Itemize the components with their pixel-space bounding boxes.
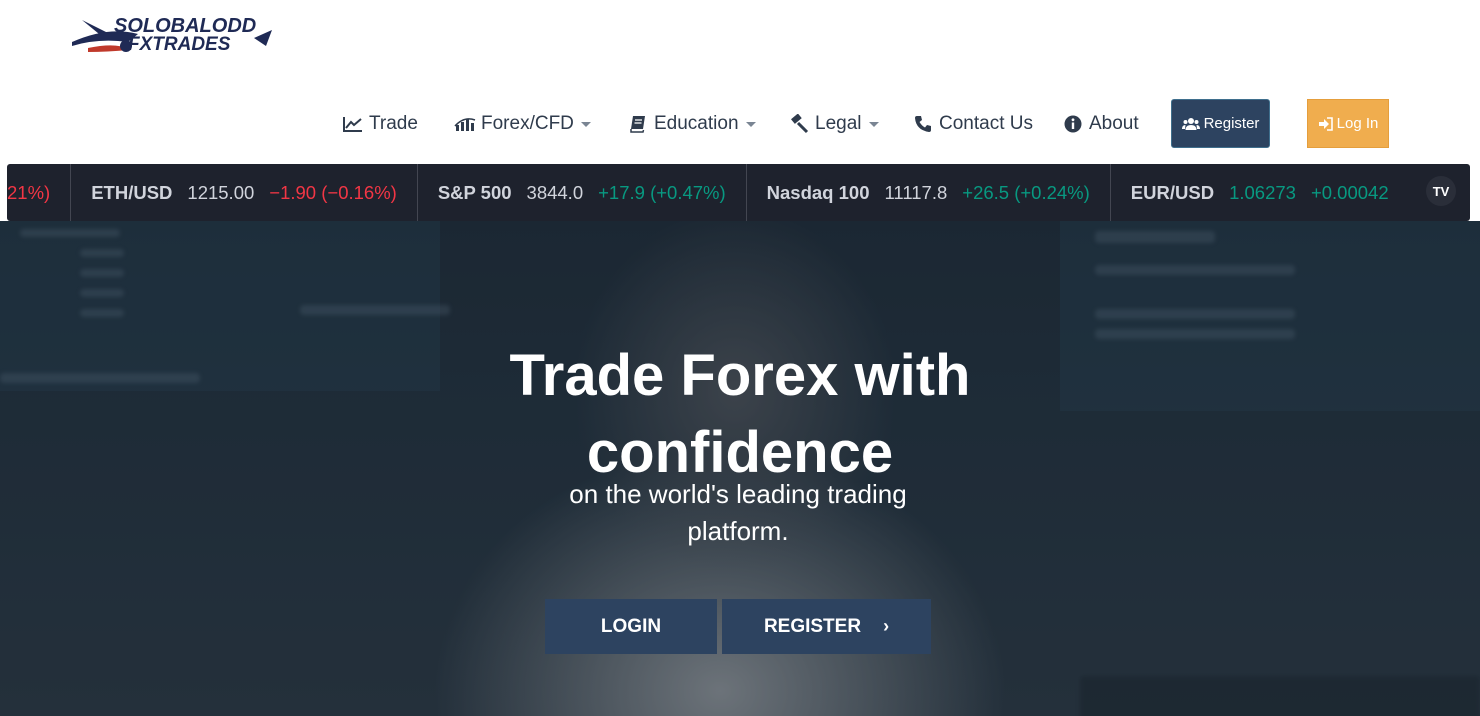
nav-label-trade: Trade [369, 113, 418, 134]
ticker-symbol: S&P 500 [437, 181, 512, 203]
ticker-item[interactable]: EUR/USD 1.06273 +0.00042 [1109, 164, 1409, 221]
main-nav: Trade Forex/CFD Education Legal Contact … [0, 99, 1480, 149]
ticker-tape: 21%) ETH/USD 1215.00 −1.90 (−0.16%) S&P … [7, 164, 1470, 221]
nav-label-legal: Legal [815, 113, 862, 134]
ticker-item[interactable]: 21%) [7, 164, 70, 221]
hero-login-button[interactable]: LOGIN [545, 599, 717, 654]
nav-label-about: About [1089, 113, 1139, 134]
ticker-change: +17.9 (+0.47%) [598, 181, 726, 203]
ticker-price: 1.06273 [1229, 181, 1296, 203]
ticker-price: 1215.00 [187, 181, 255, 203]
register-button[interactable]: Register [1171, 99, 1270, 148]
ticker-symbol: EUR/USD [1130, 181, 1215, 203]
login-button[interactable]: Log In [1307, 99, 1389, 148]
hero-title: Trade Forex with confidence [509, 343, 971, 485]
ticker-item[interactable]: S&P 500 3844.0 +17.9 (+0.47%) [416, 164, 746, 221]
ticker-change: +0.00042 [1310, 181, 1389, 203]
users-icon [1181, 117, 1200, 131]
ticker-price: 3844.0 [526, 181, 584, 203]
ticker-change: +26.5 (+0.24%) [962, 181, 1090, 203]
login-button-label: Log In [1336, 115, 1379, 132]
nav-item-trade[interactable]: Trade [342, 99, 418, 149]
gavel-icon [788, 114, 810, 134]
nav-label-education: Education [654, 113, 739, 134]
ticker-item[interactable]: ETH/USD 1215.00 −1.90 (−0.16%) [70, 164, 417, 221]
ticker-change: −1.90 (−0.16%) [269, 181, 397, 203]
hero-register-label: REGISTER [763, 615, 862, 637]
info-circle-icon [1062, 114, 1084, 134]
nav-item-about[interactable]: About [1062, 99, 1139, 149]
nav-item-forex-cfd[interactable]: Forex/CFD [454, 99, 591, 149]
hero-register-button[interactable]: REGISTER › [722, 599, 931, 654]
bar-chart-icon [454, 114, 476, 134]
nav-label-contact-us: Contact Us [939, 113, 1033, 134]
register-button-label: Register [1203, 115, 1260, 132]
brand-logo[interactable]: SOLOBALODD FXTRADES [68, 12, 278, 58]
chevron-down-icon [580, 121, 591, 127]
ticker-item[interactable]: Nasdaq 100 11117.8 +26.5 (+0.24%) [745, 164, 1110, 221]
chevron-down-icon [745, 121, 756, 127]
logo-text-line2: FXTRADES [128, 34, 231, 55]
ticker-track: 21%) ETH/USD 1215.00 −1.90 (−0.16%) S&P … [7, 164, 1409, 221]
nav-item-contact-us[interactable]: Contact Us [912, 99, 1033, 149]
tradingview-logo-icon[interactable]: TV [1426, 176, 1456, 206]
ticker-price: 11117.8 [884, 181, 948, 203]
ticker-change: 21%) [7, 181, 51, 203]
site-header: SOLOBALODD FXTRADES Trade Forex/CFD Educ… [0, 0, 1480, 163]
chevron-right-icon: › [883, 616, 890, 636]
hero-login-label: LOGIN [600, 615, 662, 637]
nav-item-education[interactable]: Education [627, 99, 756, 149]
ticker-symbol: Nasdaq 100 [766, 181, 870, 203]
phone-icon [912, 114, 934, 134]
chart-line-icon [342, 114, 364, 134]
hero-section: Trade Forex with confidence on the world… [0, 221, 1480, 716]
nav-label-forex-cfd: Forex/CFD [481, 113, 574, 134]
ticker-symbol: ETH/USD [91, 181, 173, 203]
nav-item-legal[interactable]: Legal [788, 99, 879, 149]
hero-subtitle: on the world's leading trading platform. [569, 479, 907, 546]
sign-in-icon [1318, 116, 1333, 131]
chevron-down-icon [868, 121, 879, 127]
book-icon [627, 114, 649, 134]
